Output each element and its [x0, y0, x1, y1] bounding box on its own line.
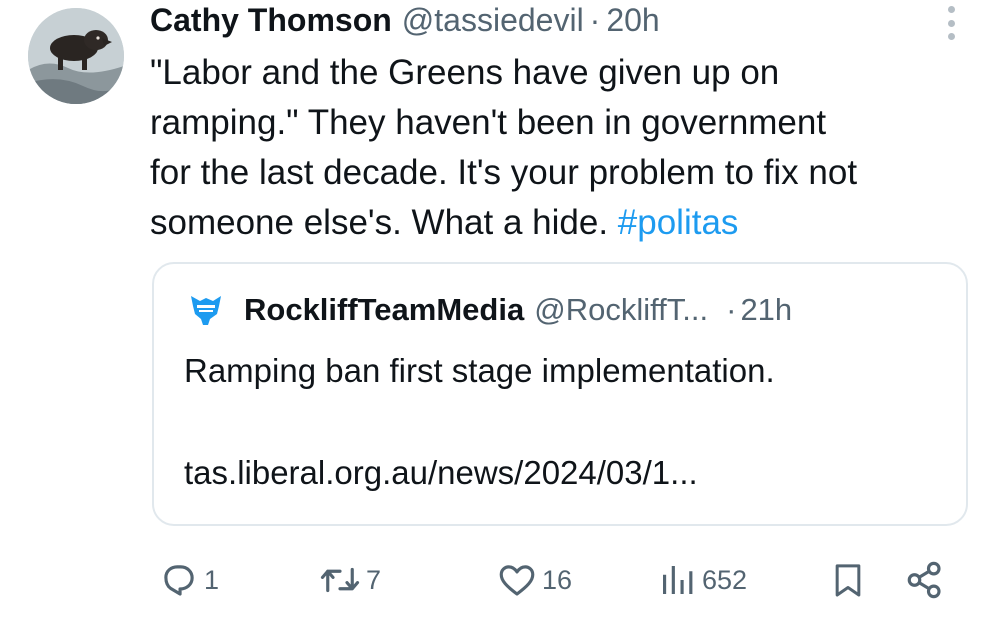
hashtag-link[interactable]: #politas: [618, 203, 739, 242]
tweet-actions-bar: 1 7 16 652: [0, 552, 1000, 608]
rockliff-logo-icon: [191, 296, 221, 325]
more-options-icon[interactable]: [936, 6, 966, 40]
heart-icon: [499, 565, 535, 596]
quoted-tweet-header: RockliffTeamMedia @RockliffT... · 21h: [188, 292, 792, 328]
tweet-header: Cathy Thomson @tassiedevil · 20h: [150, 2, 660, 42]
reply-button[interactable]: 1: [158, 552, 219, 608]
quoted-author-handle[interactable]: @RockliffT...: [534, 292, 708, 328]
header-separator: ·: [589, 2, 601, 38]
bookmark-button[interactable]: [828, 552, 868, 608]
tweet-text-segment: someone else's. What a hide.: [150, 203, 618, 242]
tweet-text-line: "Labor and the Greens have given up on: [150, 53, 780, 92]
like-button[interactable]: 16: [496, 552, 572, 608]
tweet-text-line: ramping." They haven't been in governmen…: [150, 103, 827, 142]
quoted-tweet-card[interactable]: RockliffTeamMedia @RockliffT... · 21h Ra…: [152, 262, 968, 526]
author-avatar[interactable]: [28, 8, 124, 104]
share-icon: [907, 561, 941, 599]
like-count: 16: [542, 564, 573, 595]
tweet-text: "Labor and the Greens have given up on r…: [150, 48, 980, 248]
retweet-count: 7: [366, 564, 382, 595]
bookmark-icon: [835, 564, 861, 597]
views-bar-chart-icon: [663, 566, 693, 594]
quoted-timestamp[interactable]: 21h: [740, 292, 792, 328]
author-name[interactable]: Cathy Thomson: [150, 2, 392, 39]
retweet-icon: [320, 567, 360, 593]
views-button[interactable]: 652: [656, 552, 747, 608]
share-button[interactable]: [904, 552, 946, 608]
reply-bubble-icon: [164, 565, 194, 596]
reply-count: 1: [204, 564, 220, 595]
quoted-author-name[interactable]: RockliffTeamMedia: [244, 292, 524, 328]
avatar-image: [28, 8, 124, 104]
retweet-button[interactable]: 7: [318, 552, 381, 608]
tweet-timestamp[interactable]: 20h: [606, 2, 659, 39]
quoted-tweet-link[interactable]: tas.liberal.org.au/news/2024/03/1...: [184, 448, 698, 498]
views-count: 652: [702, 564, 748, 595]
quoted-tweet-text: Ramping ban first stage implementation.: [184, 352, 775, 389]
quoted-header-separator: ·: [726, 292, 737, 327]
tweet-text-line: someone else's. What a hide. #politas: [150, 198, 980, 248]
tweet-text-line: for the last decade. It's your problem t…: [150, 153, 858, 192]
author-handle[interactable]: @tassiedevil: [402, 2, 584, 39]
